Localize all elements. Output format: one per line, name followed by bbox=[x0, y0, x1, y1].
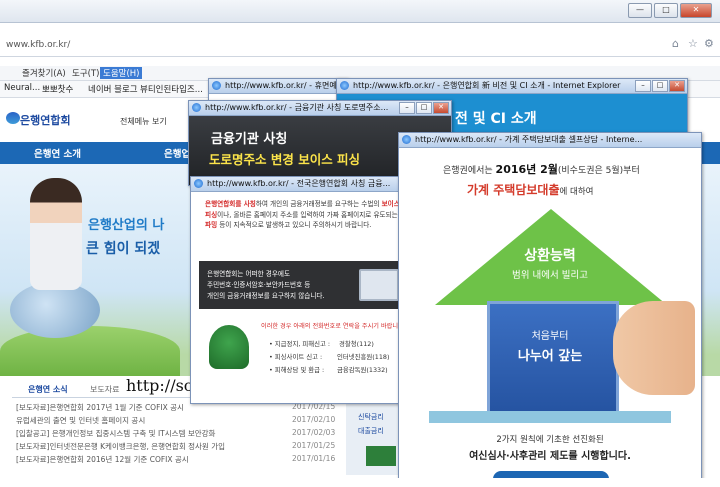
bottom-edge bbox=[0, 478, 720, 487]
window-controls: — □ ✕ bbox=[628, 3, 712, 18]
favorite-item[interactable]: 네이버 블로그 bbox=[88, 83, 138, 95]
popup-titlebar[interactable]: http://www.kfb.or.kr/ - 은행연합회 新 비전 및 CI … bbox=[337, 79, 687, 94]
news-item[interactable]: [보도자료]은행연합회 2016년 12월 기준 COFIX 공시 bbox=[16, 454, 189, 465]
minimize-button[interactable]: – bbox=[635, 80, 651, 92]
hero-globe bbox=[10, 282, 100, 338]
news-item[interactable]: [보도자료]인터넷전문은행 K케이뱅크은행, 은행연합회 정사원 가입 bbox=[16, 441, 225, 452]
hero-grass bbox=[0, 326, 180, 376]
side-link-loan-rate[interactable]: 대출금리 bbox=[358, 426, 384, 436]
contact-label: • 피싱사이트 신고 : bbox=[269, 353, 323, 361]
popup-titlebar[interactable]: http://www.kfb.or.kr/ - 휴면예금... bbox=[209, 79, 347, 94]
popup-heading: 금융기관 사칭 bbox=[211, 132, 288, 147]
contact-label: • 피해상담 및 환급 : bbox=[269, 366, 325, 374]
ie-icon bbox=[402, 135, 411, 144]
popup-title: http://www.kfb.or.kr/ - 휴면예금... bbox=[225, 81, 347, 90]
close-button[interactable]: ✕ bbox=[680, 3, 712, 18]
hero-subline: 큰 힘이 되겠 bbox=[86, 241, 161, 257]
tab-bank-news[interactable]: 은행연 소식 bbox=[28, 384, 68, 395]
popup-mortgage-consult[interactable]: http://www.kfb.or.kr/ - 가계 주택담보대출 셀프상담 -… bbox=[398, 132, 702, 486]
close-button[interactable]: ✕ bbox=[433, 102, 449, 114]
ie-icon bbox=[194, 179, 203, 188]
news-date: 2017/02/10 bbox=[292, 415, 336, 424]
news-item[interactable]: 유럽세관의 출연 및 인터넷 홈페이지 공시 bbox=[16, 415, 145, 426]
arrow-heading: 상환능력 bbox=[524, 248, 576, 264]
maximize-button[interactable]: □ bbox=[416, 102, 432, 114]
maximize-button[interactable]: □ bbox=[654, 3, 678, 18]
popup-heading: 전 및 CI 소개 bbox=[455, 111, 537, 127]
ie-icon bbox=[340, 81, 349, 90]
news-date: 2017/01/16 bbox=[292, 454, 336, 463]
contact-value: 인터넷진흥원(118) bbox=[337, 353, 390, 361]
nav-about[interactable]: 은행연 소개 bbox=[34, 146, 81, 160]
popup-titlebar[interactable]: http://www.kfb.or.kr/ - 전국은행연합회 사칭 금융... bbox=[191, 177, 405, 192]
contact-value: 경찰청(112) bbox=[339, 340, 374, 348]
block-subtext: 처음부터 bbox=[531, 331, 569, 342]
ie-icon bbox=[212, 81, 221, 90]
popup-titlebar[interactable]: http://www.kfb.or.kr/ - 금융기관 사칭 도로명주소...… bbox=[189, 101, 451, 116]
base-graphic bbox=[429, 411, 671, 423]
policy-intro: 은행권에서는 2016년 2월(비수도권은 5월)부터 bbox=[443, 163, 640, 176]
principle-text: 2가지 원칙에 기초한 선진화된 bbox=[496, 435, 604, 445]
home-icon[interactable]: ⌂ bbox=[672, 37, 679, 50]
close-button[interactable]: ✕ bbox=[669, 80, 685, 92]
star-icon[interactable]: ☆ bbox=[688, 37, 698, 50]
all-menu-link[interactable]: 전체메뉴 보기 bbox=[120, 116, 167, 127]
news-item[interactable]: [보도자료]은행연합회 2017년 1월 기준 COFIX 공시 bbox=[16, 402, 184, 413]
policy-subject: 가계 주택담보대출에 대하여 bbox=[467, 183, 594, 197]
popup-impersonation-warning[interactable]: http://www.kfb.or.kr/ - 전국은행연합회 사칭 금융...… bbox=[190, 176, 406, 404]
arrow-subtext: 범위 내에서 빌리고 bbox=[512, 270, 588, 281]
browser-titlebar bbox=[0, 0, 720, 23]
side-link-trust-rate[interactable]: 신탁금리 bbox=[358, 412, 384, 422]
favorite-item[interactable]: 뽀뽀찻수 bbox=[42, 83, 73, 95]
favorite-item[interactable]: Neural... bbox=[4, 83, 40, 93]
telephone-icon bbox=[209, 325, 249, 369]
hero-headline: 은행산업의 나 bbox=[88, 218, 165, 233]
maximize-button[interactable]: □ bbox=[652, 80, 668, 92]
news-date: 2017/01/25 bbox=[292, 441, 336, 450]
warning-paragraph: 은행연합회를 사칭하여 개인의 금융거래정보를 요구하는 수법의 보이스피싱이나… bbox=[205, 200, 400, 230]
address-bar[interactable] bbox=[0, 38, 720, 57]
screenshot-frame: — □ ✕ www.kfb.or.kr/ ⌂ ☆ ⚙ 즐겨찾기(A) 도구(T)… bbox=[0, 0, 720, 487]
notice-text: 은행연합회는 어떠한 경우에도 주민번호·인증서암호·보안카드번호 등 개인의 금융… bbox=[207, 270, 325, 300]
minimize-button[interactable]: – bbox=[399, 102, 415, 114]
contact-question: 이러한 경우 아래의 전화번호로 연락을 주시기 바랍니다 bbox=[261, 323, 404, 330]
popup-title: http://www.kfb.or.kr/ - 전국은행연합회 사칭 금융... bbox=[207, 179, 391, 188]
menu-tools[interactable]: 도구(T) bbox=[72, 67, 99, 79]
popup-title: http://www.kfb.or.kr/ - 은행연합회 新 비전 및 CI … bbox=[353, 81, 621, 90]
site-logo[interactable]: 은행연합회 bbox=[20, 112, 71, 128]
minimize-button[interactable]: — bbox=[628, 3, 652, 18]
side-banner[interactable] bbox=[366, 446, 396, 466]
ie-icon bbox=[192, 103, 201, 112]
block-heading: 나누어 갚는 bbox=[517, 349, 583, 364]
news-item[interactable]: [입찰공고] 은행개인정보 집중시스템 구축 및 IT시스템 보안강화 bbox=[16, 428, 215, 439]
menu-help[interactable]: 도움말(H) bbox=[100, 67, 143, 79]
popup-title: http://www.kfb.or.kr/ - 가계 주택담보대출 셀프상담 -… bbox=[415, 135, 643, 144]
principle-heading: 여신심사·사후관리 제도를 시행합니다. bbox=[469, 451, 631, 462]
favorite-item[interactable]: 뷰티인된타입즈... bbox=[140, 83, 203, 95]
monitor-icon bbox=[359, 269, 399, 301]
popup-titlebar[interactable]: http://www.kfb.or.kr/ - 가계 주택담보대출 셀프상담 -… bbox=[399, 133, 701, 148]
news-date: 2017/02/03 bbox=[292, 428, 336, 437]
tab-press[interactable]: 보도자료 bbox=[90, 384, 119, 395]
logo-icon bbox=[6, 112, 20, 124]
contact-value: 금융감독원(1332) bbox=[337, 366, 388, 374]
gear-icon[interactable]: ⚙ bbox=[704, 37, 714, 50]
contact-label: • 지급정지, 피해신고 : bbox=[269, 340, 331, 348]
menu-favorites[interactable]: 즐겨찾기(A) bbox=[22, 67, 66, 79]
hero-girl-image bbox=[30, 178, 82, 290]
address-url[interactable]: www.kfb.or.kr/ bbox=[6, 40, 70, 50]
popup-subheading: 도로명주소 변경 보이스 피싱 bbox=[209, 152, 361, 167]
popup-title: http://www.kfb.or.kr/ - 금융기관 사칭 도로명주소... bbox=[205, 103, 389, 112]
